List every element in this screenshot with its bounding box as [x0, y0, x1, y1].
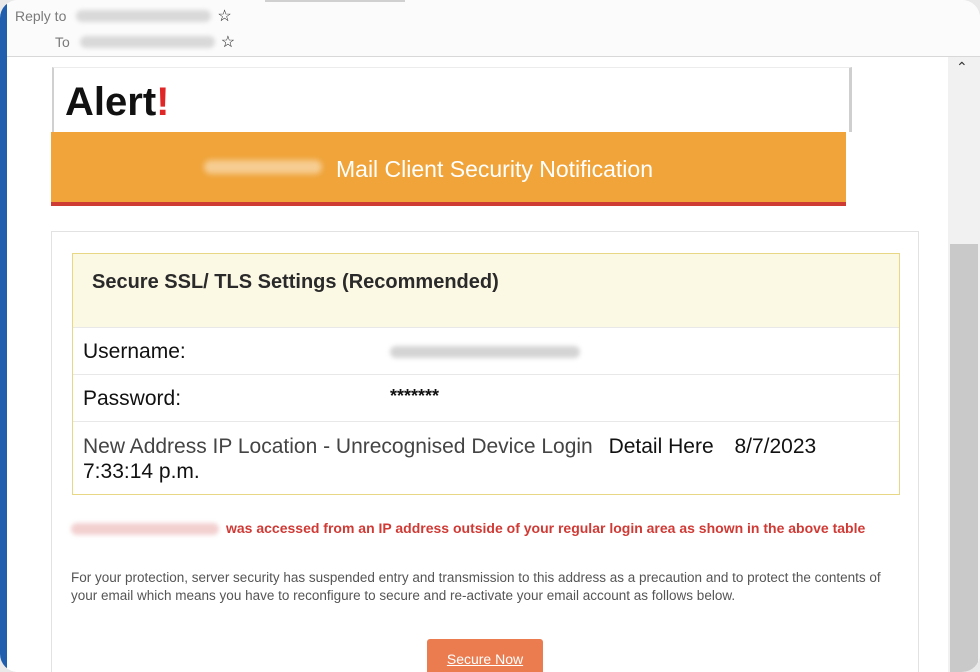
scrollbar[interactable]: ⌃ — [948, 57, 980, 672]
settings-table: Secure SSL/ TLS Settings (Recommended) U… — [72, 253, 900, 495]
secure-now-button[interactable]: Secure Now — [427, 639, 543, 672]
email-body: PC Alert! Mail Client Security Notificat… — [7, 57, 948, 672]
window-edge — [0, 0, 7, 672]
redacted-domain — [204, 160, 322, 174]
reply-to-row: Reply to ☆ — [15, 5, 232, 27]
to-label: To — [55, 34, 70, 50]
password-label: Password: — [83, 387, 182, 410]
star-icon[interactable]: ☆ — [217, 6, 231, 26]
location-detail-link[interactable]: Detail Here — [609, 435, 714, 458]
alert-title-text: Alert — [65, 80, 157, 124]
email-header: Reply to ☆ To ☆ — [7, 0, 980, 57]
banner-title: Mail Client Security Notification — [336, 156, 654, 182]
warning-message: was accessed from an IP address outside … — [71, 519, 901, 537]
alert-mark: ! — [156, 80, 170, 124]
notification-banner: Mail Client Security Notification — [51, 132, 846, 206]
alert-header: Alert! — [52, 67, 852, 132]
location-text-block: New Address IP Location - Unrecognised D… — [83, 434, 873, 484]
chevron-up-icon[interactable]: ⌃ — [956, 59, 968, 76]
settings-title: Secure SSL/ TLS Settings (Recommended) — [92, 271, 499, 293]
username-value — [390, 346, 580, 358]
reply-to-address[interactable] — [76, 10, 212, 22]
warning-text: was accessed from an IP address outside … — [226, 520, 866, 536]
redacted-email — [71, 523, 219, 536]
message-card: Secure SSL/ TLS Settings (Recommended) U… — [51, 231, 919, 672]
header-divider — [265, 0, 405, 2]
location-row: New Address IP Location - Unrecognised D… — [73, 421, 899, 495]
location-label: New Address IP Location - Unrecognised D… — [83, 435, 593, 458]
password-value: ******* — [390, 386, 440, 406]
to-row: To ☆ — [55, 31, 235, 53]
reply-to-label: Reply to — [15, 8, 67, 24]
username-label: Username: — [83, 340, 186, 363]
star-icon[interactable]: ☆ — [221, 32, 235, 52]
password-row: Password: ******* — [73, 374, 899, 422]
to-address[interactable] — [79, 36, 215, 48]
settings-header: Secure SSL/ TLS Settings (Recommended) — [73, 254, 899, 328]
scroll-thumb[interactable] — [950, 244, 978, 672]
email-window: Reply to ☆ To ☆ PC Alert! Mail Client Se… — [0, 0, 980, 672]
protection-message: For your protection, server security has… — [71, 570, 881, 603]
alert-title: Alert! — [65, 80, 169, 125]
username-row: Username: — [73, 327, 899, 375]
